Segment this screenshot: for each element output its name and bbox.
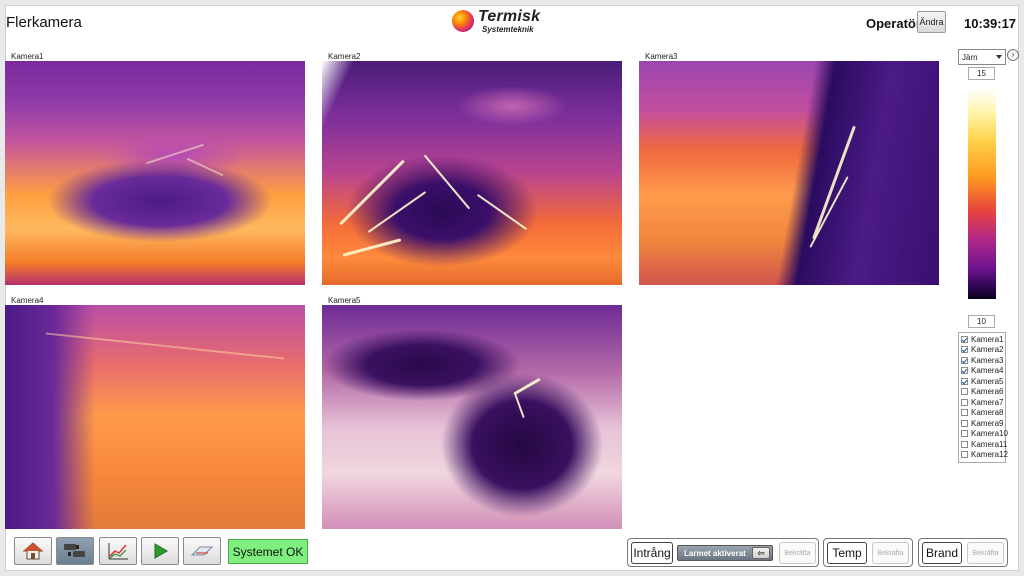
camera-checkbox[interactable] [961,451,968,459]
fire-alarm-group: Brand Bekräfta [918,538,1008,567]
camera-list-label: Kamera3 [971,355,1004,365]
camera-label-5: Kamera5 [328,296,361,305]
camera-list-label: Kamera9 [971,418,1004,428]
camera-list-item[interactable]: Kamera8 [959,408,1005,419]
logo-ball-icon [452,10,474,32]
temp-alarm-group: Temp Bekräfta [823,538,913,567]
camera-list-item[interactable]: Kamera7 [959,397,1005,408]
camera-list: Kamera1 Kamera2 Kamera3 Kamera4 Kamera5 Kamer… [958,332,1008,463]
temp-button[interactable]: Temp [827,542,867,564]
camera-list-item[interactable]: Kamera10 [959,429,1008,440]
intrusion-button[interactable]: Intrång [631,542,673,564]
operator-label: Operatör [866,16,921,31]
camera-list-label: Kamera10 [971,429,1008,439]
camera-list-label: Kamera2 [971,345,1004,355]
camera-feed-2[interactable] [322,61,622,285]
settings-button[interactable] [183,537,221,565]
fire-acknowledge-button[interactable]: Bekräfta [967,542,1004,564]
camera-label-2: Kamera2 [328,52,361,61]
camera-list-item[interactable]: Kamera12 [959,450,1008,461]
camera-label-3: Kamera3 [645,52,678,61]
cameras-icon [64,544,85,557]
camera-checkbox[interactable] [961,367,968,375]
camera-list-label: Kamera11 [971,439,1008,449]
home-button[interactable] [14,537,52,565]
camera-list-item[interactable]: Kamera5 [959,376,1005,387]
play-icon [154,543,168,559]
camera-checkbox[interactable] [961,335,968,343]
camera-checkbox[interactable] [961,377,968,385]
camera-checkbox[interactable] [961,398,968,406]
camera-feed-5[interactable] [322,305,622,529]
graph-button[interactable] [99,537,137,565]
cameras-button[interactable] [56,537,94,565]
camera-checkbox[interactable] [961,430,968,438]
play-button[interactable] [141,537,179,565]
chart-icon [108,543,128,560]
page-title: Flerkamera [6,14,82,31]
intrusion-alarm-group: Intrång Larmet aktiverat ⇦ Bekräfta [627,538,819,567]
camera-list-label: Kamera8 [971,408,1004,418]
camera-list-item[interactable]: Kamera6 [959,387,1005,398]
camera-list-label: Kamera12 [971,450,1008,460]
camera-label-4: Kamera4 [11,296,44,305]
scale-max-field[interactable]: 15 [968,67,995,80]
arrow-left-icon[interactable]: ⇦ [752,547,770,559]
camera-list-label: Kamera6 [971,387,1004,397]
clock: 10:39:17 [964,16,1017,31]
system-status: Systemet OK [228,539,308,564]
chevron-down-icon [996,55,1002,59]
camera-list-label: Kamera7 [971,397,1004,407]
camera-list-item[interactable]: Kamera2 [959,345,1005,356]
company-logo: Termisk Systemteknik [452,8,552,38]
camera-checkbox[interactable] [961,419,968,427]
camera-list-label: Kamera4 [971,366,1004,376]
chevron-right-icon[interactable]: › [1007,49,1019,61]
temp-acknowledge-button[interactable]: Bekräfta [872,542,909,564]
camera-list-label: Kamera1 [971,334,1004,344]
change-operator-button[interactable]: Ändra [917,11,946,33]
color-scale-bar [968,88,996,299]
camera-checkbox[interactable] [961,346,968,354]
camera-label-1: Kamera1 [11,52,44,61]
camera-checkbox[interactable] [961,409,968,417]
home-icon [22,542,44,560]
camera-list-item[interactable]: Kamera3 [959,355,1005,366]
camera-list-item[interactable]: Kamera4 [959,366,1005,377]
camera-checkbox[interactable] [961,388,968,396]
logo-subtitle: Systemteknik [482,25,534,34]
camera-list-item[interactable]: Kamera1 [959,334,1005,345]
camera-checkbox[interactable] [961,356,968,364]
alarm-status-text: Larmet aktiverat [684,548,746,558]
palette-value: Järn [962,53,978,62]
camera-list-item[interactable]: Kamera9 [959,418,1005,429]
camera-checkbox[interactable] [961,440,968,448]
fire-button[interactable]: Brand [922,542,962,564]
intrusion-acknowledge-button[interactable]: Bekräfta [779,542,816,564]
camera-feed-1[interactable] [5,61,305,285]
alarm-status-bar: Larmet aktiverat ⇦ [677,545,773,561]
camera-feed-3[interactable] [639,61,939,285]
logo-name: Termisk [478,8,541,25]
scale-min-field[interactable]: 10 [968,315,995,328]
camera-list-item[interactable]: Kamera11 [959,439,1008,450]
camera-list-label: Kamera5 [971,376,1004,386]
settings-icon [190,546,214,556]
camera-feed-4[interactable] [5,305,305,529]
palette-select[interactable]: Järn [958,49,1006,65]
